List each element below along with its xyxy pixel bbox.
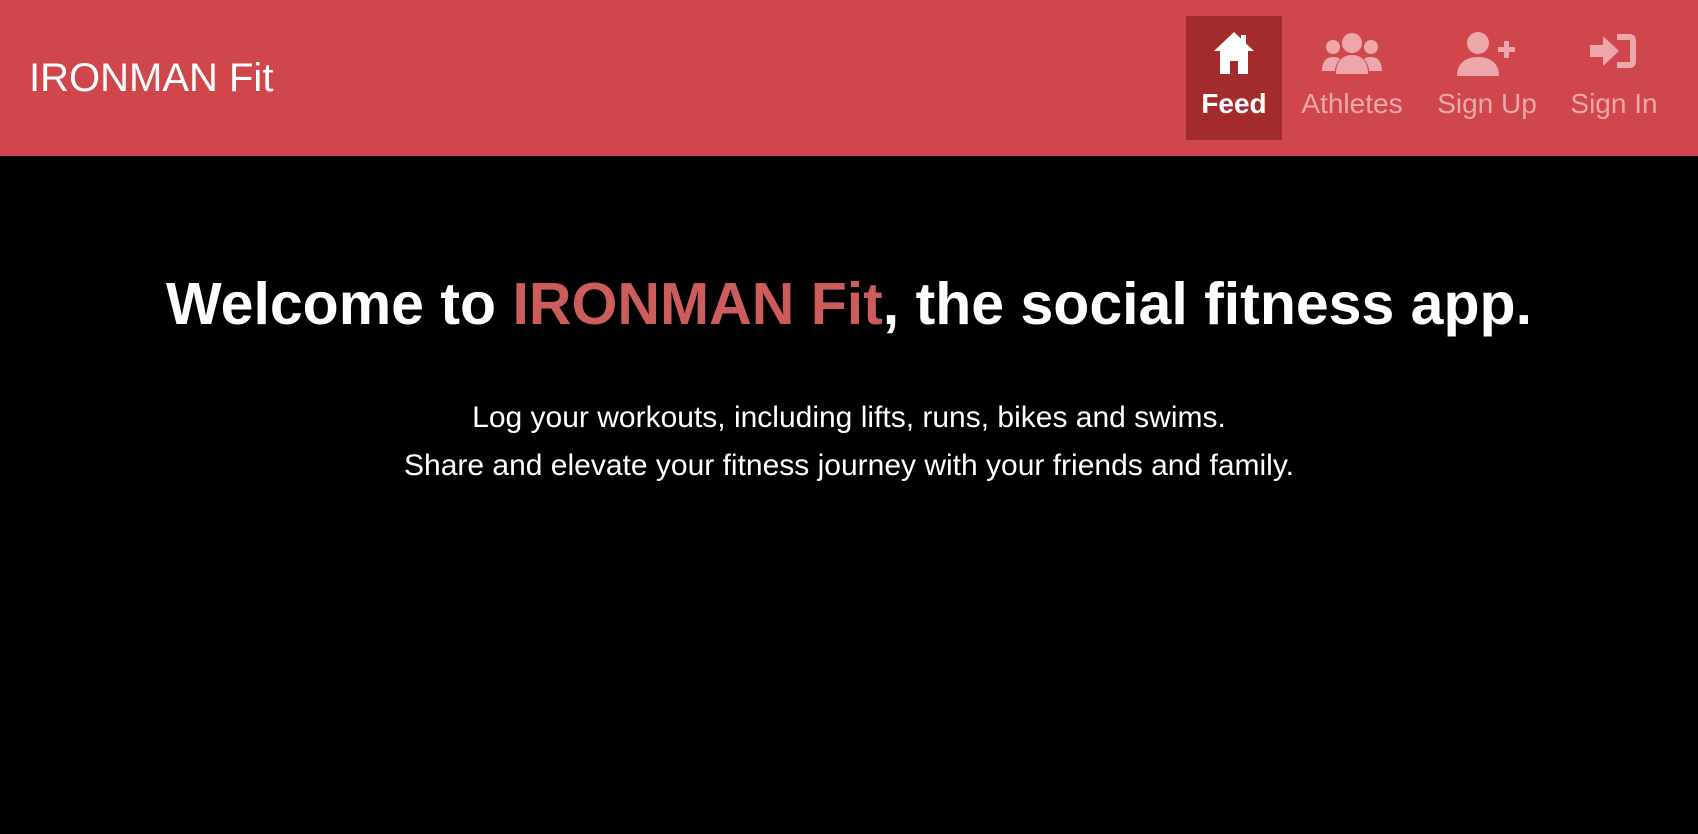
home-icon [1214, 32, 1254, 74]
users-icon [1322, 33, 1382, 74]
sign-in-icon [1590, 34, 1636, 68]
hero-description-line2: Share and elevate your fitness journey w… [404, 449, 1294, 482]
hero-title-prefix: Welcome to [166, 271, 513, 337]
user-plus-icon [1457, 32, 1515, 76]
nav-item-feed[interactable]: Feed [1186, 16, 1282, 140]
hero-title: Welcome to IRONMAN Fit, the social fitne… [0, 270, 1698, 338]
nav-item-signin[interactable]: Sign In [1560, 16, 1668, 140]
nav-item-signup[interactable]: Sign Up [1424, 16, 1550, 140]
hero-title-suffix: , the social fitness app. [882, 271, 1532, 337]
nav-item-athletes[interactable]: Athletes [1288, 16, 1416, 140]
nav-item-signin-label: Sign In [1570, 88, 1658, 119]
brand-logo[interactable]: IRONMAN Fit [29, 54, 273, 102]
top-navbar: IRONMAN Fit Feed Athletes Sign Up Sign I… [0, 0, 1698, 156]
hero-title-brand: IRONMAN Fit [512, 271, 883, 337]
nav-item-athletes-label: Athletes [1301, 88, 1403, 119]
hero-description-line1: Log your workouts, including lifts, runs… [472, 401, 1226, 434]
nav-item-feed-label: Feed [1201, 88, 1267, 119]
nav-item-signup-label: Sign Up [1437, 88, 1537, 119]
